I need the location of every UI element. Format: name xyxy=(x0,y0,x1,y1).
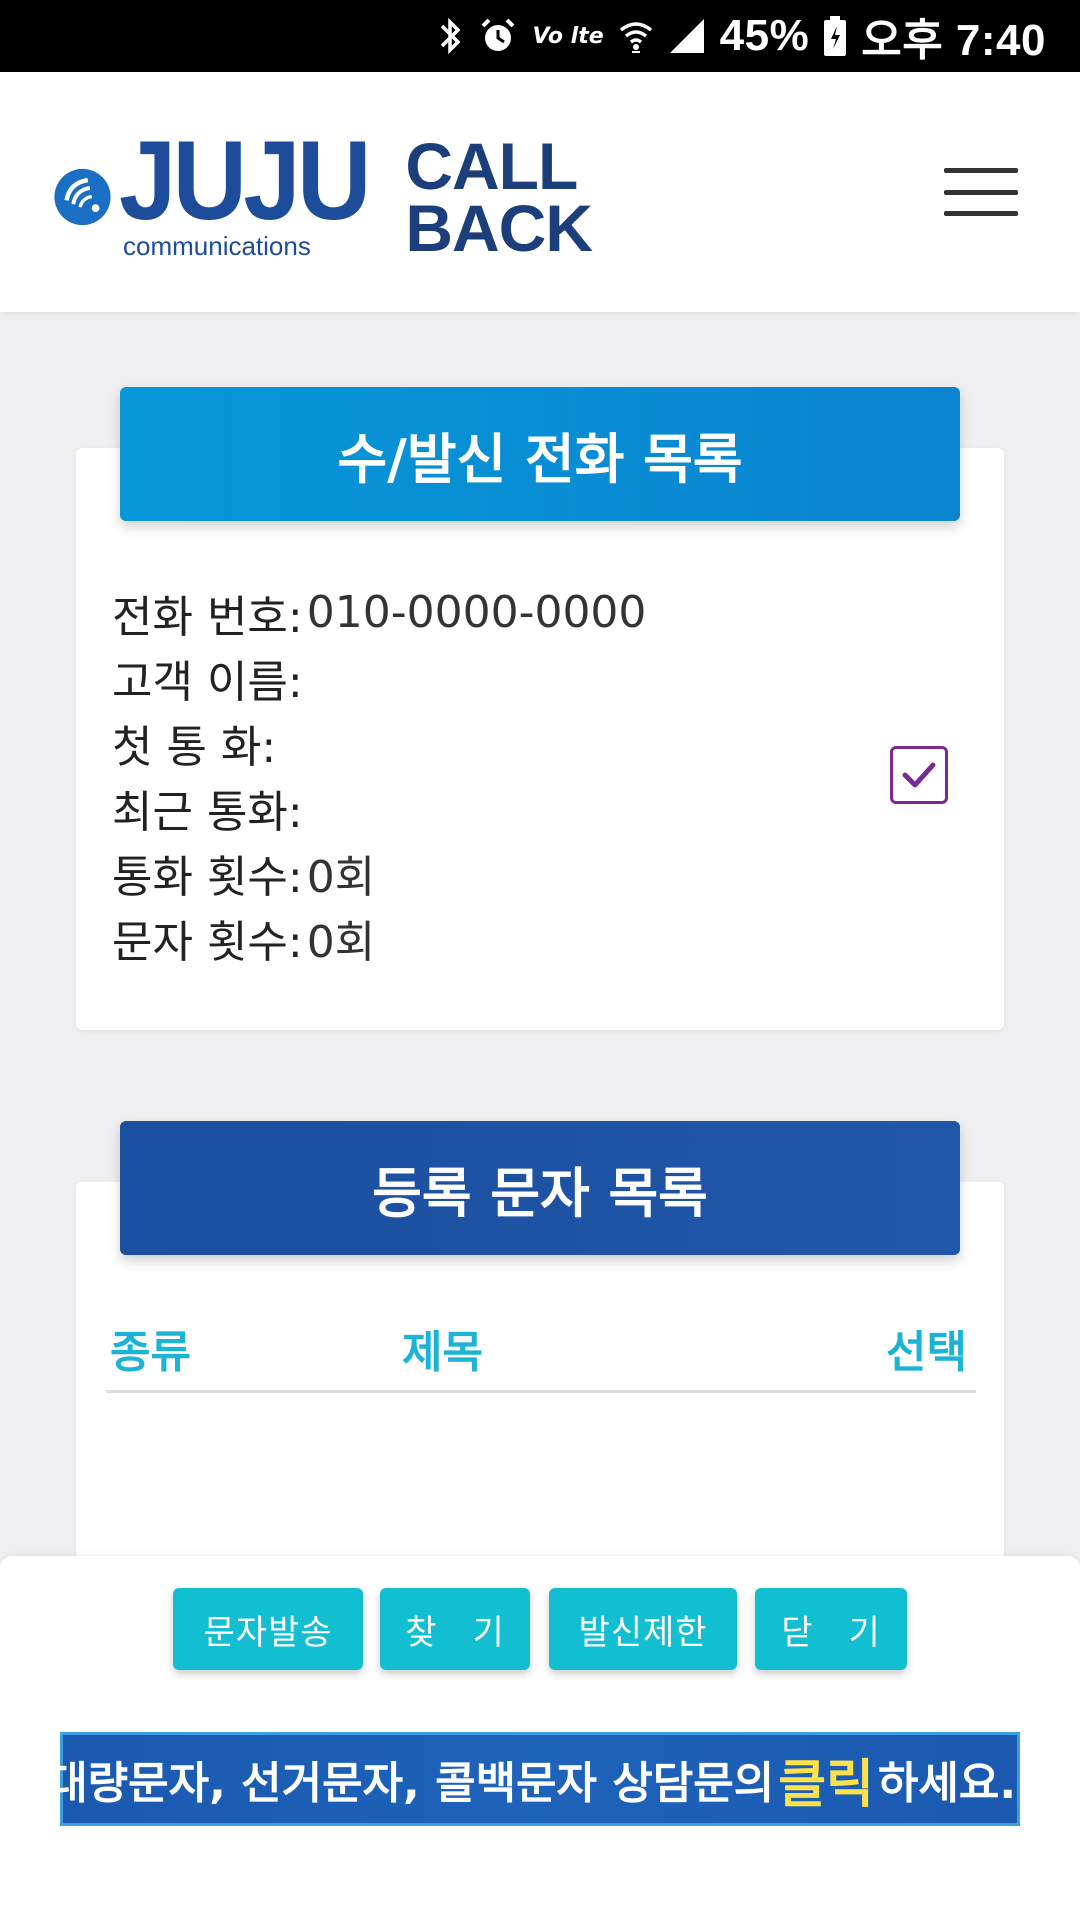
message-list-title: 등록 문자 목록 xyxy=(120,1121,960,1255)
status-bar: Vo lte 45% 오후 7:40 xyxy=(0,0,1080,72)
battery-icon xyxy=(823,15,847,57)
info-row-sms-count: 문자 횟수: 0회 xyxy=(112,905,646,970)
info-row-phone: 전화 번호: 010-0000-0000 xyxy=(112,580,646,645)
column-header-type[interactable]: 종류 xyxy=(110,1316,191,1378)
checkmark-icon xyxy=(902,762,936,788)
logo[interactable]: JUJU communications CALL BACK xyxy=(52,117,593,265)
ad-banner[interactable]: 대량문자, 선거문자, 콜백문자 상담문의 클릭 하세요.. xyxy=(47,1732,1033,1826)
app-header: JUJU communications CALL BACK xyxy=(0,72,1080,312)
logo-mark-icon xyxy=(54,168,111,226)
table-divider xyxy=(106,1390,976,1393)
call-info-list: 전화 번호: 010-0000-0000 고객 이름: 첫 통 화: 최근 통화… xyxy=(112,580,646,970)
volte-icon: Vo lte xyxy=(532,23,604,49)
send-sms-button[interactable]: 문자발송 xyxy=(173,1588,363,1670)
menu-icon-line xyxy=(944,189,1018,195)
logo-back: BACK xyxy=(405,191,593,265)
find-button[interactable]: 찾 기 xyxy=(380,1588,530,1670)
info-value: 0회 xyxy=(306,851,376,903)
logo-call: CALL xyxy=(405,129,578,203)
battery-percent: 45% xyxy=(719,11,810,60)
wifi-icon xyxy=(618,16,654,56)
info-label: 첫 통 화: xyxy=(112,721,277,773)
bluetooth-icon xyxy=(438,16,464,56)
column-header-title[interactable]: 제목 xyxy=(402,1316,483,1378)
info-label: 전화 번호: xyxy=(112,591,303,643)
call-list-title: 수/발신 전화 목록 xyxy=(120,387,960,521)
info-label: 문자 횟수: xyxy=(112,916,303,968)
info-label: 고객 이름: xyxy=(112,656,303,708)
info-value: 010-0000-0000 xyxy=(306,587,647,638)
block-outgoing-button[interactable]: 발신제한 xyxy=(549,1588,737,1670)
info-row-name: 고객 이름: xyxy=(112,645,646,710)
menu-icon-line xyxy=(944,211,1018,216)
logo-brand: JUJU xyxy=(119,117,371,243)
banner-text: 대량문자, 선거문자, 콜백문자 상담문의 xyxy=(47,1758,775,1809)
menu-icon-line xyxy=(944,168,1018,173)
alarm-icon xyxy=(478,16,518,56)
menu-button[interactable] xyxy=(944,168,1018,216)
close-button[interactable]: 닫 기 xyxy=(755,1588,907,1670)
banner-text-end: 하세요.. xyxy=(877,1758,1033,1809)
info-row-first-call: 첫 통 화: xyxy=(112,710,646,775)
column-header-select[interactable]: 선택 xyxy=(886,1316,967,1378)
info-label: 최근 통화: xyxy=(112,786,303,838)
info-row-recent-call: 최근 통화: xyxy=(112,775,646,840)
info-value: 0회 xyxy=(306,916,376,968)
banner-highlight: 클릭 xyxy=(778,1754,874,1815)
select-checkbox[interactable] xyxy=(890,746,948,804)
info-label: 통화 횟수: xyxy=(112,851,303,903)
clock: 오후 7:40 xyxy=(861,16,1046,65)
signal-icon xyxy=(668,17,706,55)
info-row-call-count: 통화 횟수: 0회 xyxy=(112,840,646,905)
